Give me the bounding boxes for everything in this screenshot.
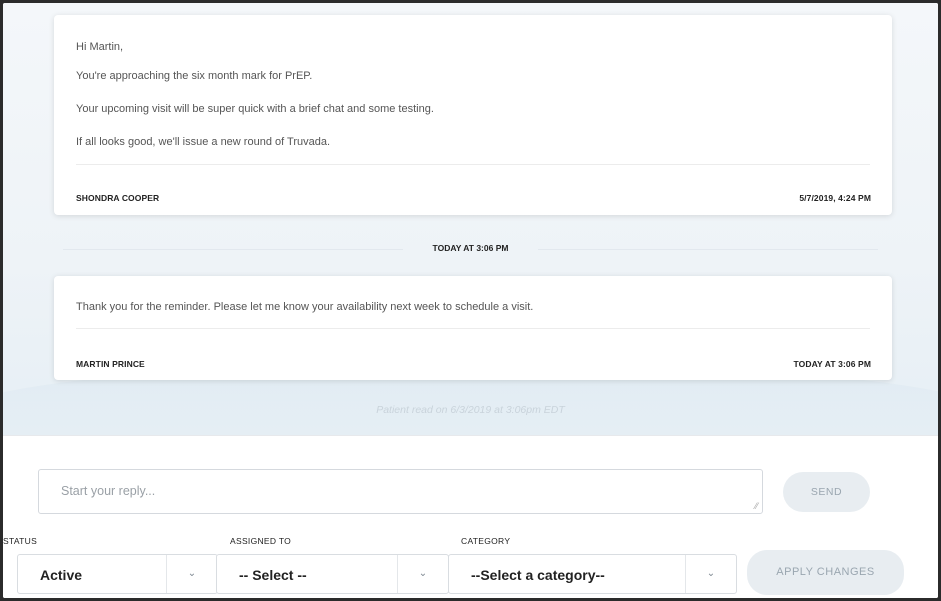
assigned-select[interactable]: -- Select -- ⌄ xyxy=(216,554,449,594)
reply-input[interactable]: Start your reply... ⁄⁄ xyxy=(38,469,763,514)
message-line: If all looks good, we'll issue a new rou… xyxy=(76,136,331,148)
date-separator: TODAY AT 3:06 PM xyxy=(3,239,938,259)
messaging-panel: Hi Martin, You're approaching the six mo… xyxy=(3,3,938,598)
message-card-staff: Hi Martin, You're approaching the six mo… xyxy=(54,15,892,215)
message-card-patient: Thank you for the reminder. Please let m… xyxy=(54,276,892,380)
reply-placeholder: Start your reply... xyxy=(61,484,156,498)
message-line: You're approaching the six month mark fo… xyxy=(76,70,313,82)
apply-changes-button[interactable]: APPLY CHANGES xyxy=(747,550,904,595)
reply-composer: Start your reply... ⁄⁄ SEND STATUS Activ… xyxy=(3,435,938,598)
message-divider xyxy=(76,328,870,329)
status-select[interactable]: Active ⌄ xyxy=(17,554,218,594)
category-label: CATEGORY xyxy=(461,536,511,546)
message-author: SHONDRA COOPER xyxy=(76,193,160,203)
chevron-down-icon: ⌄ xyxy=(685,555,736,593)
chevron-down-icon: ⌄ xyxy=(166,555,217,593)
message-line: Hi Martin, xyxy=(76,41,124,53)
message-line: Your upcoming visit will be super quick … xyxy=(76,103,434,115)
assigned-label: ASSIGNED TO xyxy=(230,536,292,546)
read-receipt: Patient read on 6/3/2019 at 3:06pm EDT xyxy=(376,404,565,416)
category-select[interactable]: --Select a category-- ⌄ xyxy=(448,554,737,594)
separator-label: TODAY AT 3:06 PM xyxy=(432,243,509,253)
status-value: Active xyxy=(40,567,83,583)
message-thread: Hi Martin, You're approaching the six mo… xyxy=(3,3,938,435)
category-value: --Select a category-- xyxy=(471,567,605,583)
message-line: Thank you for the reminder. Please let m… xyxy=(76,301,534,313)
message-author: MARTIN PRINCE xyxy=(76,359,145,369)
resize-grip-icon[interactable]: ⁄⁄ xyxy=(755,501,758,511)
message-divider xyxy=(76,164,870,165)
send-button[interactable]: SEND xyxy=(783,472,870,512)
message-timestamp: 5/7/2019, 4:24 PM xyxy=(799,193,871,203)
message-timestamp: TODAY AT 3:06 PM xyxy=(793,359,871,369)
chevron-down-icon: ⌄ xyxy=(397,555,448,593)
assigned-value: -- Select -- xyxy=(239,567,307,583)
status-label: STATUS xyxy=(3,536,38,546)
